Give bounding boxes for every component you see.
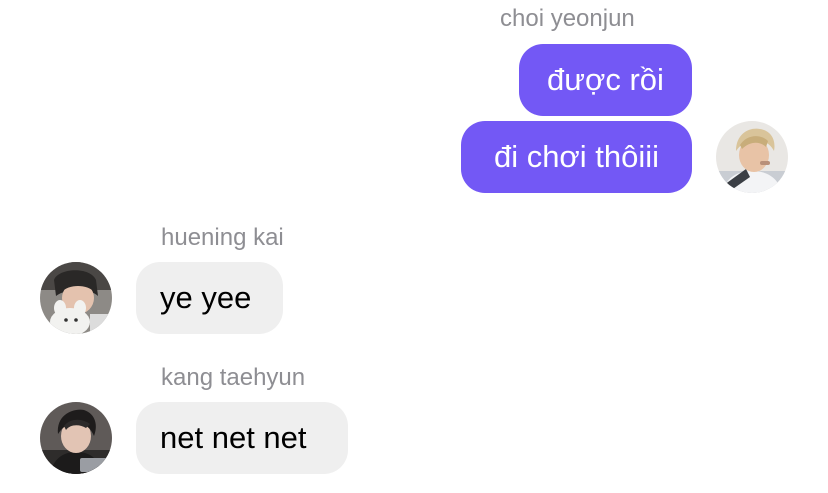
sender-name: choi yeonjun — [500, 5, 635, 32]
user-avatar-plush-icon[interactable] — [40, 262, 112, 334]
message-bubble-incoming[interactable]: net net net — [136, 402, 348, 474]
user-avatar-blonde-icon[interactable] — [716, 121, 788, 193]
sender-name: kang taehyun — [161, 364, 306, 391]
message-bubble-incoming[interactable]: ye yee — [136, 262, 283, 334]
message-bubble-outgoing[interactable]: đi chơi thôiii — [461, 121, 692, 193]
sender-name: huening kai — [161, 224, 284, 251]
user-avatar-dark-hair-icon[interactable] — [40, 402, 112, 474]
message-bubble-outgoing[interactable]: được rồi — [519, 44, 692, 116]
